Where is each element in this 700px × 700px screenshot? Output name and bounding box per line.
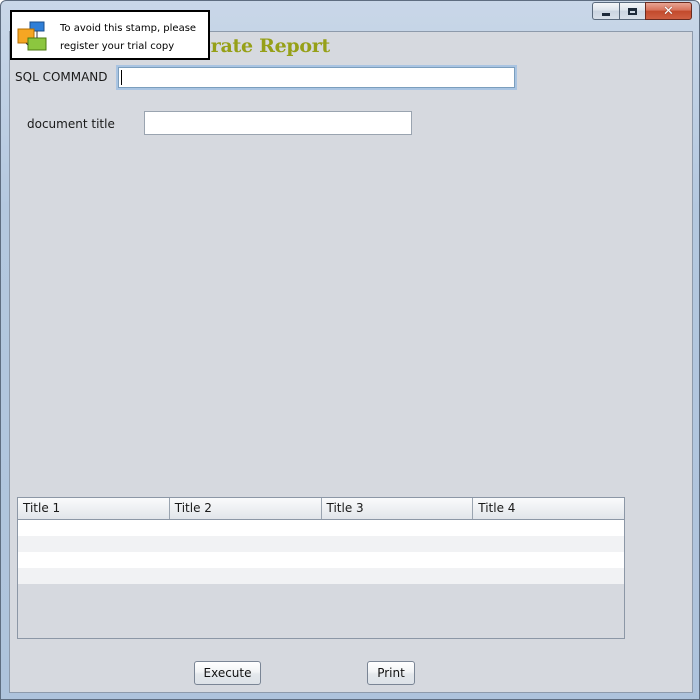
window-controls: ✕ xyxy=(592,2,692,20)
close-button[interactable]: ✕ xyxy=(645,2,692,20)
table-cell[interactable] xyxy=(18,552,170,568)
table-cell[interactable] xyxy=(473,536,625,552)
execute-button[interactable]: Execute xyxy=(194,661,261,685)
sql-command-input[interactable] xyxy=(116,65,517,90)
table-cell[interactable] xyxy=(473,552,625,568)
table-cell[interactable] xyxy=(18,568,170,584)
table-header: Title 1 Title 2 Title 3 Title 4 xyxy=(18,498,624,520)
maximize-button[interactable] xyxy=(619,2,645,20)
table-cell[interactable] xyxy=(170,536,322,552)
column-header[interactable]: Title 4 xyxy=(473,498,624,519)
column-header[interactable]: Title 2 xyxy=(170,498,322,519)
stamp-line-2: register your trial copy xyxy=(60,41,175,52)
table-row[interactable] xyxy=(18,536,624,552)
table-body xyxy=(18,520,624,584)
sql-command-label: SQL COMMAND xyxy=(15,70,108,84)
table-cell[interactable] xyxy=(18,520,170,536)
table-row[interactable] xyxy=(18,520,624,536)
table-cell[interactable] xyxy=(170,552,322,568)
trial-stamp: To avoid this stamp, please register you… xyxy=(10,10,210,60)
table-cell[interactable] xyxy=(170,568,322,584)
column-header[interactable]: Title 1 xyxy=(18,498,170,519)
table-row[interactable] xyxy=(18,568,624,584)
text-caret xyxy=(121,70,122,85)
minimize-icon xyxy=(602,12,610,16)
table-cell[interactable] xyxy=(473,568,625,584)
print-button[interactable]: Print xyxy=(367,661,415,685)
stamp-line-1: To avoid this stamp, please xyxy=(60,23,197,34)
document-title-input[interactable] xyxy=(144,111,412,135)
table-cell[interactable] xyxy=(18,536,170,552)
table-cell[interactable] xyxy=(321,552,473,568)
table-cell[interactable] xyxy=(321,568,473,584)
app-window: ✕ To avoid this stamp, please register y… xyxy=(0,0,700,700)
table-cell[interactable] xyxy=(321,536,473,552)
column-header[interactable]: Title 3 xyxy=(322,498,474,519)
document-title-label: document title xyxy=(27,117,115,131)
table-cell[interactable] xyxy=(170,520,322,536)
table-row[interactable] xyxy=(18,552,624,568)
table-cell[interactable] xyxy=(473,520,625,536)
stamp-text: To avoid this stamp, please register you… xyxy=(60,20,196,56)
results-table[interactable]: Title 1 Title 2 Title 3 Title 4 xyxy=(17,497,625,639)
close-icon: ✕ xyxy=(663,3,674,19)
table-cell[interactable] xyxy=(321,520,473,536)
minimize-button[interactable] xyxy=(592,2,619,20)
maximize-icon xyxy=(628,7,637,15)
app-stamp-icon xyxy=(17,21,47,51)
report-title: erate Report xyxy=(199,35,330,57)
